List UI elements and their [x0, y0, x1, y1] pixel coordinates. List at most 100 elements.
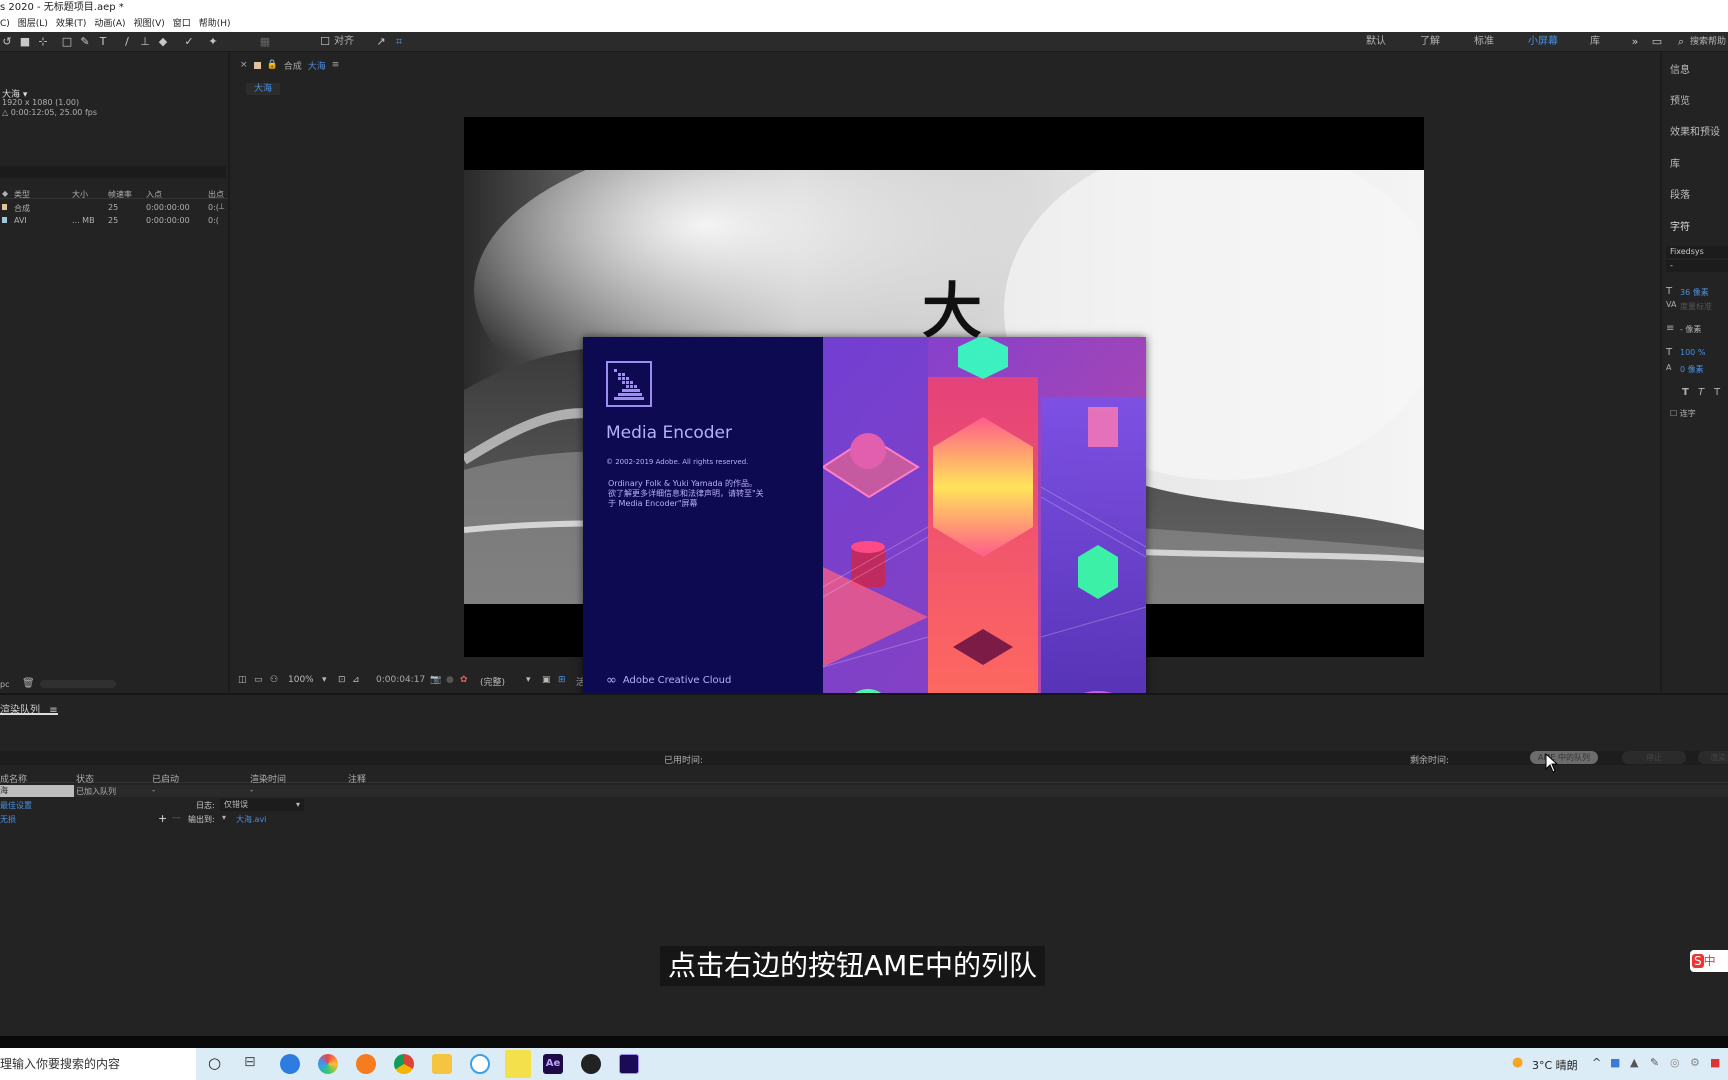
faux-italic-icon[interactable]: T — [1698, 387, 1704, 398]
more-workspaces-icon[interactable]: » — [1628, 35, 1642, 49]
tab-menu-icon[interactable]: ≡ — [332, 60, 340, 70]
current-timecode[interactable]: 0:00:04:17 — [376, 675, 425, 685]
workspace-toggle-icon[interactable]: ▭ — [1650, 35, 1664, 49]
align-checkbox[interactable]: ☐ — [318, 35, 332, 49]
col-render-time[interactable]: 渲染时间 — [250, 772, 286, 785]
weather-icon[interactable]: ● — [1512, 1055, 1523, 1070]
panel-library[interactable]: 库 — [1670, 155, 1680, 170]
table-row[interactable]: AVI ... MB 25 0:00:00:00 0:( — [0, 214, 228, 227]
col-size[interactable]: 大小 — [72, 189, 88, 200]
lock-icon[interactable]: 🔒 — [267, 60, 278, 70]
panel-paragraph[interactable]: 段落 — [1670, 186, 1690, 201]
col-status[interactable]: 状态 — [76, 772, 94, 785]
col-comment[interactable]: 注释 — [348, 772, 366, 785]
workspace-learn[interactable]: 了解 — [1420, 35, 1440, 49]
fast-preview-icon[interactable]: ▣ — [542, 675, 551, 685]
rectangle-tool-icon[interactable]: □ — [60, 35, 74, 49]
chrome-icon[interactable] — [394, 1054, 414, 1074]
panel-info[interactable]: 信息 — [1670, 61, 1690, 76]
roto-brush-tool-icon[interactable]: ✓ — [182, 35, 196, 49]
tray-expand-icon[interactable]: ^ — [1592, 1056, 1601, 1069]
col-comp-name[interactable]: 成名称 — [0, 772, 27, 785]
rotate-tool-icon[interactable]: ↺ — [0, 35, 14, 49]
render-queue-tab[interactable]: 渲染队列 ≡ — [0, 701, 58, 716]
workspace-default[interactable]: 默认 — [1366, 35, 1386, 49]
output-path-link[interactable]: 大海.avi — [236, 814, 266, 825]
brush-tool-icon[interactable]: / — [120, 35, 134, 49]
panel-effects-presets[interactable]: 效果和预设 — [1670, 123, 1720, 138]
task-view-icon[interactable]: ⊟ — [244, 1054, 256, 1070]
clone-stamp-tool-icon[interactable]: ⊥ — [138, 35, 152, 49]
menu-item-effect[interactable]: 效果(T) — [56, 16, 87, 32]
workspace-small-screen[interactable]: 小屏幕 — [1528, 35, 1558, 49]
menu-item-edit[interactable]: C) — [0, 16, 10, 32]
render-item-name[interactable]: 海 — [0, 785, 74, 797]
tab-menu-icon[interactable]: ≡ — [49, 705, 57, 716]
panel-preview[interactable]: 预览 — [1670, 92, 1690, 107]
zoom-dropdown-icon[interactable]: ▾ — [322, 675, 327, 685]
output-module-link[interactable]: 无损 — [0, 814, 16, 825]
flowchart-icon[interactable]: ⊥ — [218, 202, 225, 211]
menu-item-help[interactable]: 帮助(H) — [199, 16, 231, 32]
remove-output-icon[interactable]: — — [172, 813, 181, 823]
menu-item-view[interactable]: 视图(V) — [134, 16, 165, 32]
ligature-checkbox[interactable]: ☐ 连字 — [1670, 408, 1696, 419]
workspace-standard[interactable]: 标准 — [1474, 35, 1494, 49]
snapshot-icon[interactable]: 📷 — [430, 675, 441, 685]
comp-breadcrumb[interactable]: 大海 — [246, 83, 281, 95]
camera-tool-icon[interactable]: ■ — [18, 35, 32, 49]
col-fps[interactable]: 帧速率 — [108, 189, 132, 200]
stroke-value[interactable]: - 像素 — [1680, 324, 1701, 335]
resolution-dropdown-icon[interactable]: ▾ — [526, 675, 531, 685]
search-help-input[interactable]: 搜索帮助 — [1690, 35, 1726, 49]
puppet-tool-icon[interactable]: ✦ — [206, 35, 220, 49]
sogou-browser-icon[interactable] — [280, 1054, 300, 1074]
stop-button[interactable]: 停止 — [1622, 751, 1686, 764]
menu-item-layer[interactable]: 图层(L) — [18, 16, 48, 32]
always-preview-icon[interactable]: ◫ — [238, 675, 247, 685]
search-icon[interactable]: ⌕ — [1674, 35, 1688, 49]
show-snapshot-icon[interactable]: ● — [446, 675, 454, 685]
pen-tool-icon[interactable]: ✎ — [78, 35, 92, 49]
trash-icon[interactable]: 🗑 — [22, 678, 35, 689]
network-app-icon[interactable] — [470, 1054, 490, 1074]
tray-pen-icon[interactable]: ✎ — [1650, 1056, 1659, 1069]
close-tab-icon[interactable]: × — [240, 60, 248, 70]
monitor-icon[interactable]: ▭ — [254, 675, 263, 685]
tray-network-icon[interactable]: ▲ — [1630, 1056, 1638, 1069]
font-size-value[interactable]: 36 像素 — [1680, 287, 1709, 298]
faux-bold-icon[interactable]: T — [1682, 387, 1689, 398]
mask-icon[interactable]: ⚇ — [270, 675, 278, 685]
media-encoder-taskbar-icon[interactable] — [619, 1054, 639, 1074]
menu-item-animation[interactable]: 动画(A) — [94, 16, 125, 32]
taskbar-search-input[interactable]: 理输入你要搜索的内容 — [0, 1048, 196, 1080]
tray-settings-icon[interactable]: ⚙ — [1690, 1056, 1700, 1069]
vertical-scale-value[interactable]: 100 % — [1680, 348, 1705, 357]
col-type[interactable]: 类型 — [14, 189, 30, 200]
col-started[interactable]: 已启动 — [152, 772, 179, 785]
zoom-select[interactable]: 100% — [288, 675, 314, 685]
baseline-value[interactable]: 0 像素 — [1680, 364, 1704, 375]
cortana-icon[interactable]: ○ — [208, 1054, 221, 1072]
firefox-icon[interactable] — [356, 1054, 376, 1074]
thumbnail-slider[interactable] — [40, 680, 116, 688]
weather-text[interactable]: 3°C 晴朗 — [1532, 1057, 1578, 1073]
table-row[interactable]: 海 已加入队列 - - — [0, 785, 1728, 797]
all-caps-icon[interactable]: T — [1714, 387, 1720, 398]
font-style-select[interactable]: - — [1666, 260, 1728, 272]
viewer-tab[interactable]: × 🔒 合成 大海 ≡ — [240, 59, 340, 72]
transparency-icon[interactable]: ⊿ — [352, 675, 360, 685]
active-app-icon[interactable] — [505, 1050, 531, 1078]
file-explorer-icon[interactable] — [432, 1054, 452, 1074]
grid-toggle-icon[interactable]: ⊞ — [558, 675, 566, 685]
bpc-toggle[interactable]: pc — [0, 680, 9, 689]
col-in[interactable]: 入点 — [146, 189, 162, 200]
render-settings-link[interactable]: 最佳设置 — [0, 800, 32, 811]
text-tool-icon[interactable]: T — [96, 35, 110, 49]
ame-queue-button[interactable]: AME 中的队列 — [1530, 751, 1598, 764]
grid-snap-icon[interactable]: ⌗ — [392, 35, 406, 49]
project-search-input[interactable] — [0, 166, 226, 178]
add-output-icon[interactable]: + — [158, 812, 167, 825]
font-family-select[interactable]: Fixedsys — [1666, 246, 1728, 258]
col-out[interactable]: 出点 — [208, 189, 224, 200]
